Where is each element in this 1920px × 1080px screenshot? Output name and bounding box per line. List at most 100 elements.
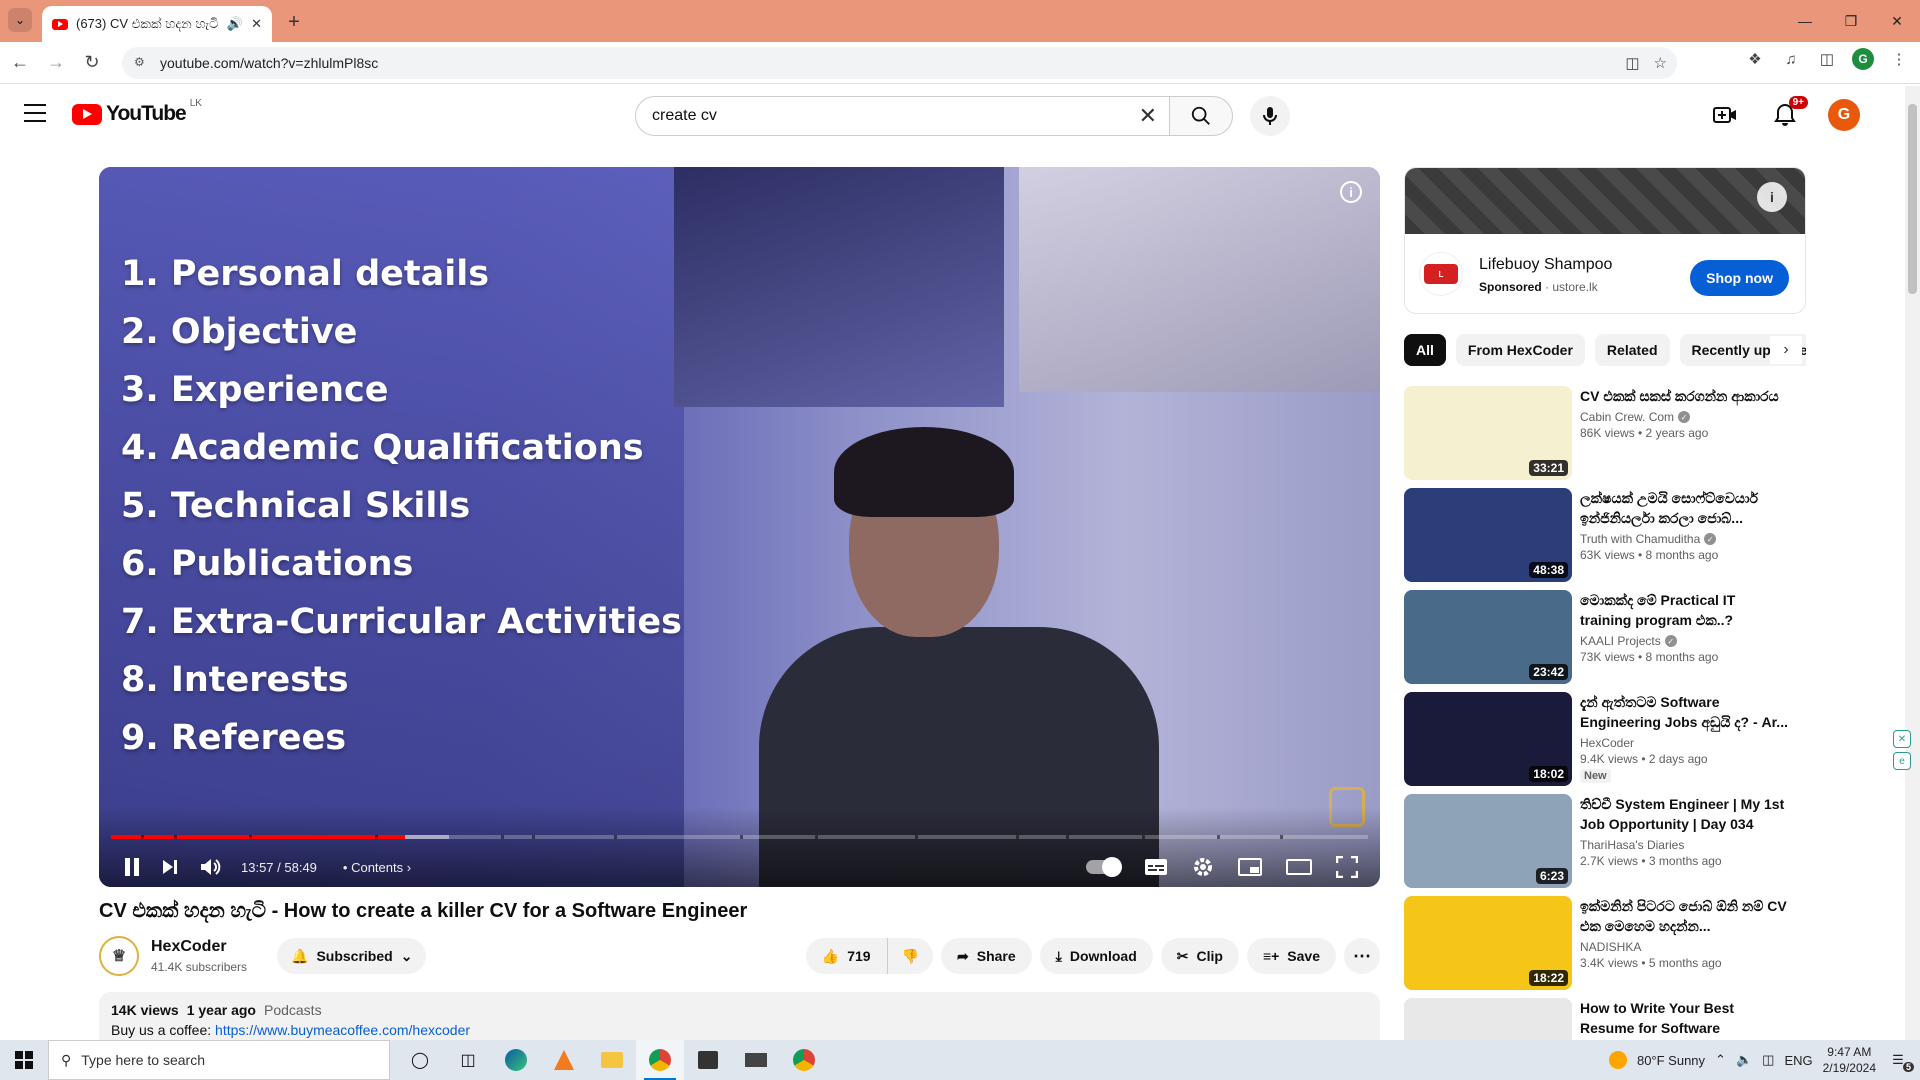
- site-info-icon[interactable]: ⚙: [134, 55, 150, 71]
- video-channel[interactable]: ThariHasa's Diaries: [1580, 838, 1790, 852]
- video-title[interactable]: මොකක්ද මේ Practical IT training program …: [1580, 590, 1790, 630]
- video-thumbnail[interactable]: 18:02: [1404, 692, 1572, 786]
- video-title[interactable]: How to Write Your Best Resume for Softwa…: [1580, 998, 1790, 1038]
- new-tab-button[interactable]: +: [282, 10, 306, 34]
- chevron-right-icon[interactable]: ›: [1770, 336, 1802, 364]
- contents-chapter-button[interactable]: • Contents ›: [343, 860, 411, 875]
- task-view-icon[interactable]: ◫: [444, 1040, 492, 1080]
- subscribed-button[interactable]: 🔔 Subscribed ⌄: [277, 938, 427, 974]
- recommended-video[interactable]: 23:42 මොකක්ද මේ Practical IT training pro…: [1404, 590, 1806, 692]
- fullscreen-icon[interactable]: [1336, 856, 1358, 878]
- side-panel-icon[interactable]: ◫: [1816, 48, 1838, 70]
- next-icon[interactable]: [161, 858, 179, 876]
- recommended-video[interactable]: 33:21 CV එකක් සකස් කරගන්න ආකාරය Cabin Crew…: [1404, 386, 1806, 488]
- channel-avatar[interactable]: ♕: [99, 936, 139, 976]
- chrome-icon[interactable]: [636, 1040, 684, 1080]
- video-player[interactable]: 1. Personal details 2. Objective 3. Experi…: [99, 167, 1380, 887]
- info-icon[interactable]: i: [1340, 181, 1362, 203]
- filter-chip[interactable]: Related: [1594, 334, 1670, 366]
- account-avatar[interactable]: G: [1828, 99, 1860, 131]
- video-channel[interactable]: Cabin Crew. Com ✓: [1580, 410, 1790, 424]
- action-center-button[interactable]: ☰ 5: [1886, 1048, 1914, 1072]
- youtube-logo[interactable]: YouTube LK: [72, 98, 202, 126]
- recommended-video[interactable]: 6:23 තිච්චී System Engineer | My 1st Job …: [1404, 794, 1806, 896]
- clock[interactable]: 9:47 AM 2/19/2024: [1823, 1044, 1876, 1076]
- close-window-button[interactable]: ✕: [1874, 8, 1920, 34]
- taskbar-search-input[interactable]: ⚲ Type here to search: [48, 1040, 390, 1080]
- speaker-icon[interactable]: 🔊: [227, 16, 243, 32]
- subtitles-icon[interactable]: [1144, 858, 1168, 876]
- recommended-video[interactable]: 48:38 ලක්ෂයක් උමයි සොෆ්ට්වෙයාර් ඉන්ජිනියර…: [1404, 488, 1806, 590]
- profile-avatar[interactable]: G: [1852, 48, 1874, 70]
- video-thumbnail[interactable]: 48:38: [1404, 488, 1572, 582]
- hamburger-menu-icon[interactable]: [24, 104, 46, 122]
- edge-icon[interactable]: [492, 1040, 540, 1080]
- chevron-up-icon[interactable]: ⌃: [1715, 1052, 1726, 1068]
- voice-search-button[interactable]: [1250, 96, 1290, 136]
- video-thumbnail[interactable]: 33:21: [1404, 386, 1572, 480]
- more-actions-button[interactable]: ⋯: [1344, 938, 1380, 974]
- notifications-button[interactable]: 9+: [1768, 96, 1808, 132]
- video-thumbnail[interactable]: 23:42: [1404, 590, 1572, 684]
- speaker-icon[interactable]: 🔈: [1736, 1052, 1752, 1068]
- weather-text[interactable]: 80°F Sunny: [1637, 1053, 1705, 1068]
- video-title[interactable]: CV එකක් සකස් කරගන්න ආකාරය: [1580, 386, 1790, 406]
- settings-gear-icon[interactable]: [1192, 856, 1214, 878]
- vlc-icon[interactable]: [540, 1040, 588, 1080]
- download-button[interactable]: ⤓ Download: [1039, 938, 1153, 974]
- recommended-video[interactable]: 18:22 ඉක්මනින් පිටරට ජොබ් ඕනි නම් CV එක ම…: [1404, 896, 1806, 998]
- file-explorer-icon[interactable]: [588, 1040, 636, 1080]
- clear-search-icon[interactable]: ✕: [1139, 103, 1157, 129]
- ad-info-icon[interactable]: i: [1757, 182, 1787, 212]
- page-scrollbar[interactable]: [1905, 86, 1920, 1040]
- video-channel[interactable]: NADISHKA: [1580, 940, 1790, 954]
- restore-button[interactable]: ❐: [1828, 8, 1874, 34]
- video-title[interactable]: ඉක්මනින් පිටරට ජොබ් ඕනි නම් CV එක මෙහෙම …: [1580, 896, 1790, 936]
- description-box[interactable]: 14K views 1 year ago Podcasts Buy us a c…: [99, 992, 1380, 1042]
- pause-icon[interactable]: [123, 857, 141, 877]
- filter-chip[interactable]: From HexCoder: [1455, 334, 1585, 366]
- minimize-button[interactable]: —: [1782, 8, 1828, 34]
- browser-tab[interactable]: (673) CV එකක් හදන හැටි 🔊 ✕: [42, 6, 272, 42]
- video-channel[interactable]: Truth with Chamuditha ✓: [1580, 532, 1790, 546]
- search-input[interactable]: create cv ✕: [635, 96, 1170, 136]
- back-button[interactable]: ←: [4, 47, 36, 79]
- tab-search-button[interactable]: ⌄: [8, 8, 32, 32]
- miniplayer-icon[interactable]: [1238, 858, 1262, 876]
- chrome-menu-icon[interactable]: ⋮: [1888, 48, 1910, 70]
- address-bar[interactable]: ⚙ youtube.com/watch?v=zhlulmPl8sc ◫ ☆: [122, 47, 1677, 79]
- translate-icon[interactable]: e: [1893, 752, 1911, 770]
- channel-name[interactable]: HexCoder: [151, 938, 227, 956]
- shop-now-button[interactable]: Shop now: [1690, 260, 1789, 296]
- search-button[interactable]: [1169, 96, 1233, 136]
- extensions-icon[interactable]: ❖: [1744, 48, 1766, 70]
- bookmark-star-icon[interactable]: ☆: [1654, 54, 1667, 72]
- video-thumbnail[interactable]: 18:22: [1404, 896, 1572, 990]
- network-icon[interactable]: ◫: [1762, 1052, 1774, 1068]
- close-tab-icon[interactable]: ✕: [251, 16, 262, 32]
- cortana-icon[interactable]: ◯: [396, 1040, 444, 1080]
- weather-sun-icon[interactable]: [1608, 1051, 1627, 1069]
- video-title[interactable]: ලක්ෂයක් උමයි සොෆ්ට්වෙයාර් ඉන්ජිනියර්ලා ක…: [1580, 488, 1790, 528]
- install-app-icon[interactable]: ◫: [1625, 54, 1639, 72]
- like-button[interactable]: 👍 719: [805, 938, 888, 974]
- share-button[interactable]: ➦ Share: [941, 938, 1032, 974]
- recommended-video[interactable]: 18:02 දැන් ඇත්තටම Software Engineering Jo…: [1404, 692, 1806, 794]
- video-thumbnail[interactable]: 6:23: [1404, 794, 1572, 888]
- filter-chip[interactable]: All: [1404, 334, 1446, 366]
- video-title[interactable]: දැන් ඇත්තටම Software Engineering Jobs අඩ…: [1580, 692, 1790, 732]
- media-controls-icon[interactable]: ♫: [1780, 48, 1802, 70]
- create-video-button[interactable]: [1708, 98, 1742, 132]
- forward-button[interactable]: →: [40, 47, 72, 79]
- video-channel[interactable]: KAALI Projects ✓: [1580, 634, 1790, 648]
- autoplay-toggle[interactable]: [1086, 857, 1122, 877]
- clip-button[interactable]: ✂ Clip: [1160, 938, 1239, 974]
- video-channel[interactable]: HexCoder: [1580, 736, 1790, 750]
- theater-mode-icon[interactable]: [1286, 858, 1312, 876]
- volume-icon[interactable]: [199, 857, 221, 877]
- mail-icon[interactable]: [732, 1040, 780, 1080]
- language-indicator[interactable]: ENG: [1784, 1053, 1812, 1068]
- progress-bar[interactable]: [111, 835, 1368, 839]
- category-link[interactable]: Podcasts: [264, 1002, 322, 1018]
- sponsored-ad-card[interactable]: i L Lifebuoy Shampoo Sponsored · ustore.…: [1404, 167, 1806, 314]
